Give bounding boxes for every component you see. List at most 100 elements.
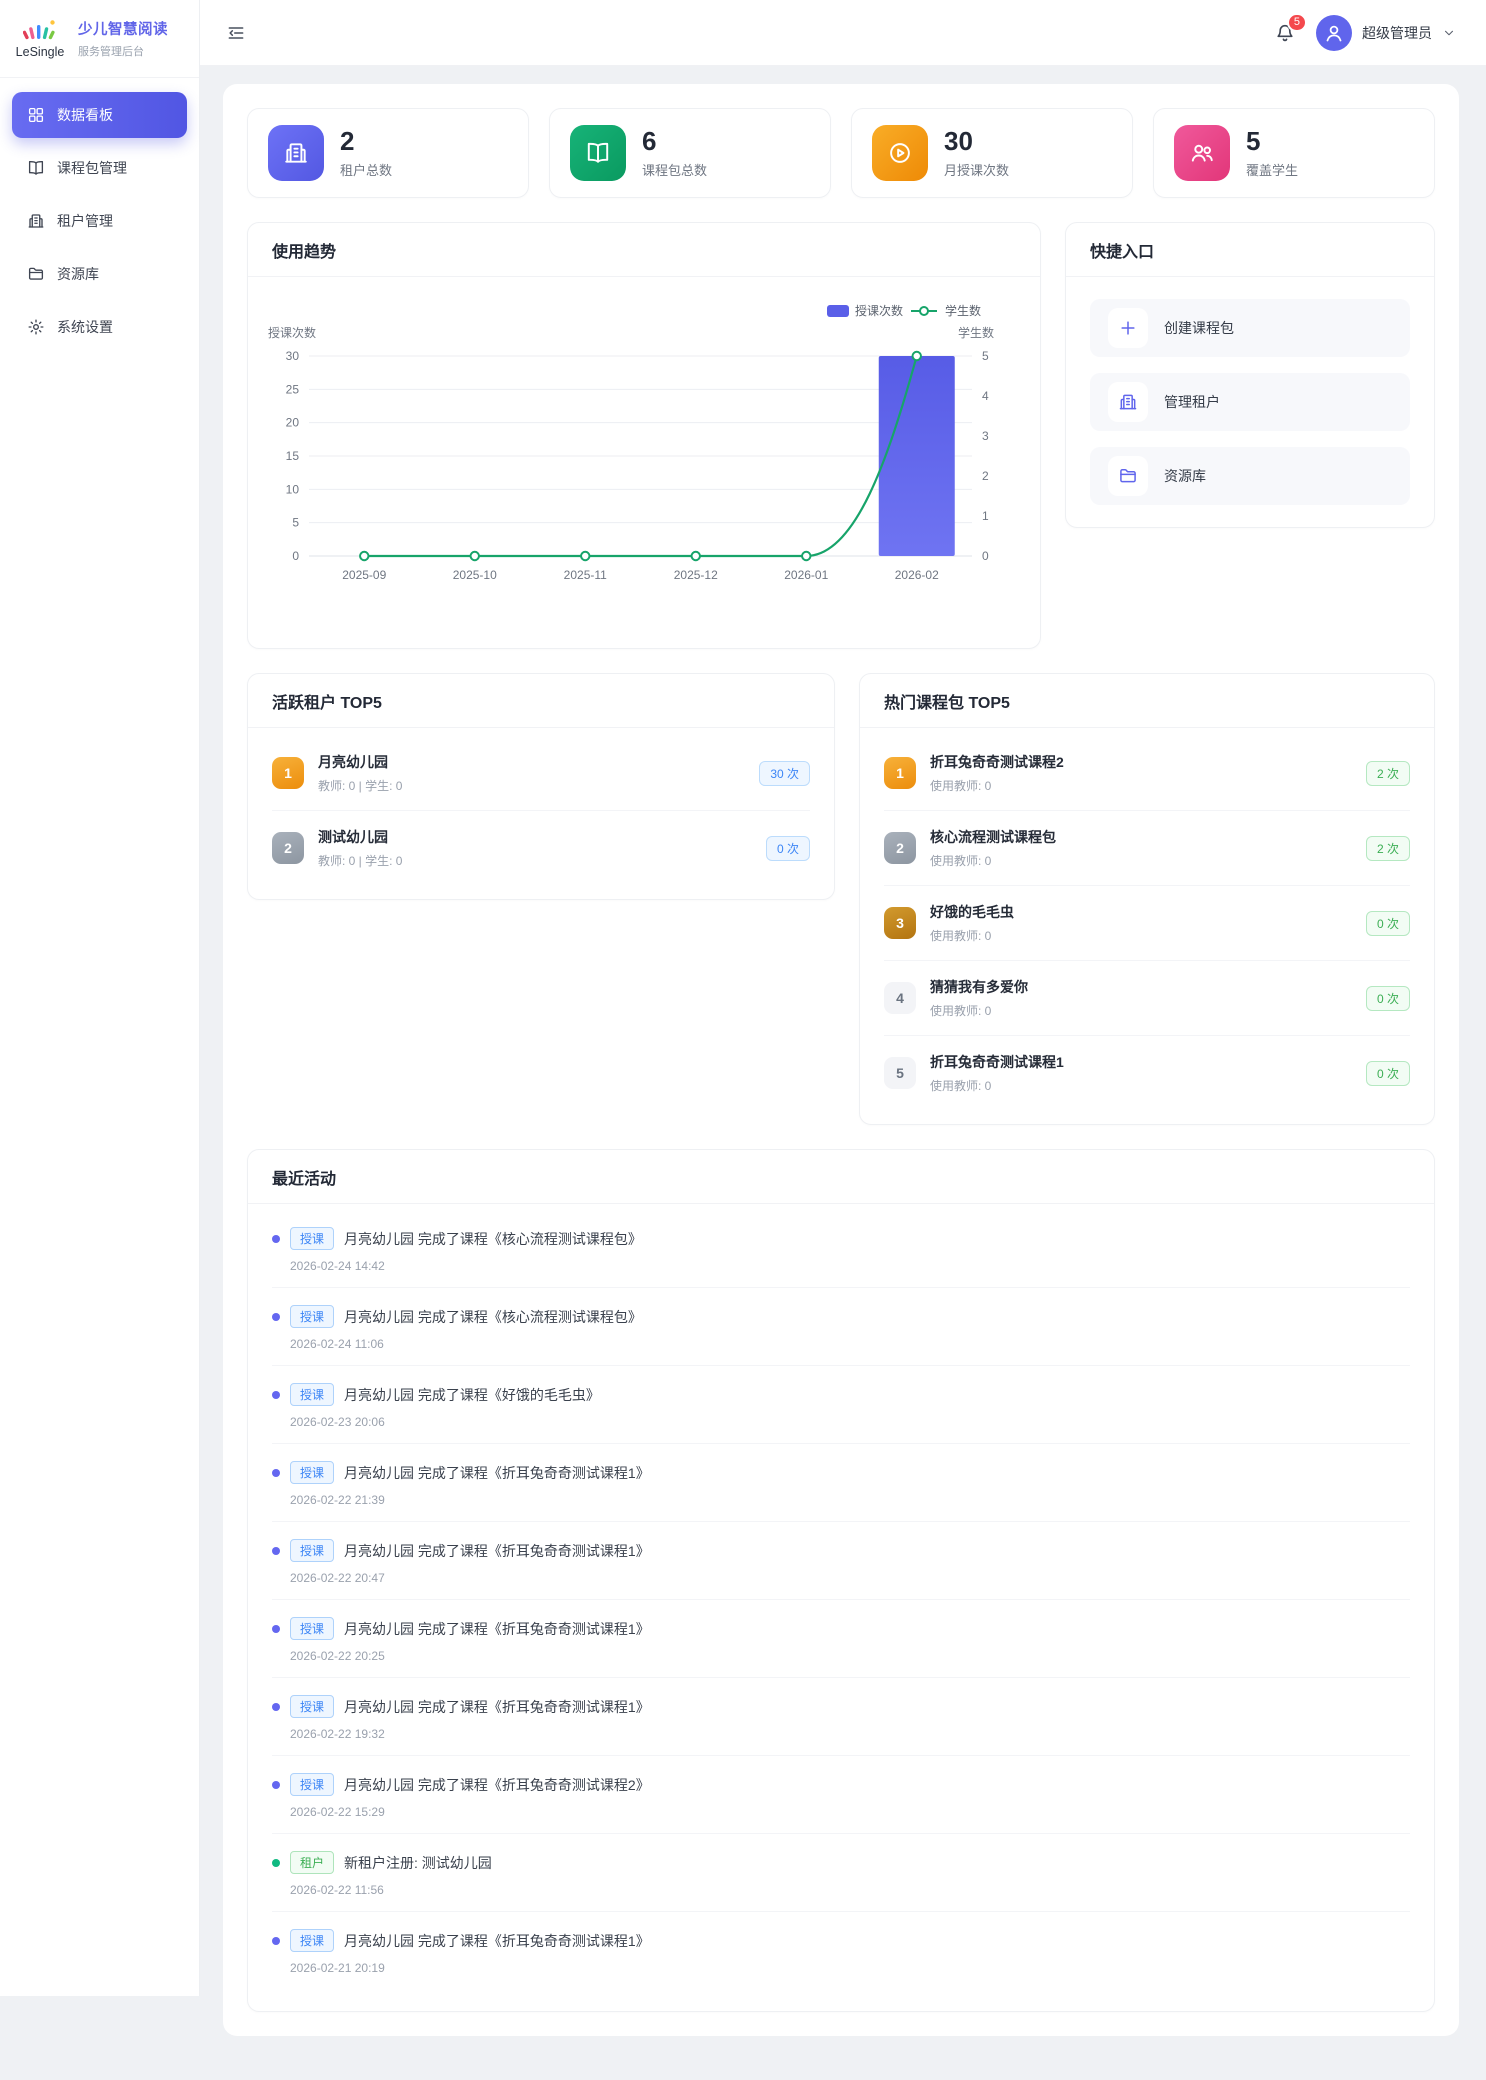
count-badge: 0 次 [1366,986,1410,1011]
rank-badge: 2 [272,832,304,864]
folder-icon [1108,456,1148,496]
activity-tag: 授课 [290,1461,334,1484]
svg-text:2025-09: 2025-09 [342,568,386,582]
activity-tag: 授课 [290,1617,334,1640]
activity-dot [272,1391,280,1399]
sidebar-item-resources[interactable]: 资源库 [12,251,187,297]
active-tenants-card: 活跃租户 TOP5 1月亮幼儿园教师: 0 | 学生: 030 次2测试幼儿园教… [247,673,835,900]
sidebar-item-label: 资源库 [57,264,99,284]
activity-row: 授课月亮幼儿园 完成了课程《折耳兔奇奇测试课程1》 [272,1695,1410,1718]
main-area: 5 超级管理员 2租户总数6课程包总数30月授课次数5覆盖学生 使用趋势 302… [200,0,1486,1996]
svg-text:2: 2 [982,469,989,483]
activity-dot [272,1625,280,1633]
sidebar-item-dashboard[interactable]: 数据看板 [12,92,187,138]
list-item-sub: 教师: 0 | 学生: 0 [318,777,402,794]
quick-entry-manage-tenants[interactable]: 管理租户 [1090,373,1410,431]
collapse-sidebar-icon[interactable] [226,23,246,43]
app-root: LeSingle 少儿智慧阅读 服务管理后台 数据看板课程包管理租户管理资源库系… [0,0,1486,1996]
sidebar-item-tenants[interactable]: 租户管理 [12,198,187,244]
brand-logo-text: LeSingle [16,45,65,59]
svg-text:30: 30 [286,349,300,363]
activity-row: 授课月亮幼儿园 完成了课程《折耳兔奇奇测试课程1》 [272,1461,1410,1484]
activity-time: 2026-02-23 20:06 [290,1415,1410,1429]
brand-title: 少儿智慧阅读 [78,18,168,39]
stat-label: 租户总数 [340,160,392,179]
activity-row: 授课月亮幼儿园 完成了课程《折耳兔奇奇测试课程1》 [272,1929,1410,1952]
activity-time: 2026-02-24 11:06 [290,1337,1410,1351]
activity-item: 授课月亮幼儿园 完成了课程《折耳兔奇奇测试课程1》2026-02-22 19:3… [272,1677,1410,1755]
sidebar: LeSingle 少儿智慧阅读 服务管理后台 数据看板课程包管理租户管理资源库系… [0,0,200,1996]
svg-text:25: 25 [286,382,300,396]
activity-text: 月亮幼儿园 完成了课程《折耳兔奇奇测试课程1》 [344,1619,650,1639]
stat-value: 5 [1246,127,1298,157]
activity-item: 租户新租户注册: 测试幼儿园 2026-02-22 11:56 [272,1833,1410,1911]
notifications-button[interactable]: 5 [1274,22,1296,44]
activity-item: 授课月亮幼儿园 完成了课程《好饿的毛毛虫》 2026-02-23 20:06 [272,1365,1410,1443]
list-item-sub: 使用教师: 0 [930,1002,1028,1019]
list-item-text: 猜猜我有多爱你使用教师: 0 [930,977,1028,1019]
users-icon [1174,125,1230,181]
activity-tag: 授课 [290,1539,334,1562]
stat-text: 6课程包总数 [642,127,707,179]
brand-logo: LeSingle [12,18,68,59]
activity-row: 授课月亮幼儿园 完成了课程《核心流程测试课程包》 [272,1227,1410,1250]
list-item-name: 测试幼儿园 [318,827,402,847]
play-circle-icon [872,125,928,181]
activity-text: 月亮幼儿园 完成了课程《核心流程测试课程包》 [344,1307,642,1327]
building-icon [268,125,324,181]
stat-card-monthly-sessions: 30月授课次数 [851,108,1133,198]
plus-icon [1108,308,1148,348]
activity-tag: 授课 [290,1227,334,1250]
list-item-text: 月亮幼儿园教师: 0 | 学生: 0 [318,752,402,794]
activity-row: 租户新租户注册: 测试幼儿园 [272,1851,1410,1874]
quick-entry-resources[interactable]: 资源库 [1090,447,1410,505]
stat-text: 30月授课次数 [944,127,1009,179]
activity-text: 月亮幼儿园 完成了课程《折耳兔奇奇测试课程1》 [344,1697,650,1717]
activity-text: 月亮幼儿园 完成了课程《折耳兔奇奇测试课程2》 [344,1775,650,1795]
activity-dot [272,1235,280,1243]
sidebar-item-settings[interactable]: 系统设置 [12,304,187,350]
activity-time: 2026-02-22 15:29 [290,1805,1410,1819]
activity-dot [272,1859,280,1867]
list-item-name: 月亮幼儿园 [318,752,402,772]
active-tenants-list: 1月亮幼儿园教师: 0 | 学生: 030 次2测试幼儿园教师: 0 | 学生:… [248,728,834,899]
activity-item: 授课月亮幼儿园 完成了课程《核心流程测试课程包》2026-02-24 14:42 [272,1210,1410,1287]
quick-entry-create-package[interactable]: 创建课程包 [1090,299,1410,357]
activity-tag: 授课 [290,1929,334,1952]
user-name: 超级管理员 [1362,23,1432,43]
count-badge: 0 次 [766,836,810,861]
list-item: 2核心流程测试课程包使用教师: 02 次 [884,810,1410,885]
activity-dot [272,1469,280,1477]
list-item-name: 折耳兔奇奇测试课程2 [930,752,1064,772]
active-tenants-title: 活跃租户 TOP5 [248,674,834,728]
activity-row: 授课月亮幼儿园 完成了课程《好饿的毛毛虫》 [272,1383,1410,1406]
list-item-name: 猜猜我有多爱你 [930,977,1028,997]
brand: LeSingle 少儿智慧阅读 服务管理后台 [0,0,199,78]
svg-text:0: 0 [982,549,989,563]
svg-text:3: 3 [982,429,989,443]
rank-badge: 2 [884,832,916,864]
svg-text:0: 0 [292,549,299,563]
gear-icon [27,318,45,336]
stat-card-tenant-total: 2 租户总数 [247,108,529,198]
folder-icon [27,265,45,283]
brand-logo-icon [23,18,57,44]
rank-badge: 1 [272,757,304,789]
activity-time: 2026-02-22 11:56 [290,1883,1410,1897]
user-menu[interactable]: 超级管理员 [1316,15,1456,51]
chevron-down-icon [1442,26,1456,40]
stats-row: 2租户总数6课程包总数30月授课次数5覆盖学生 [247,108,1435,198]
sidebar-item-label: 租户管理 [57,211,113,231]
sidebar-nav: 数据看板课程包管理租户管理资源库系统设置 [0,78,199,371]
trend-row: 使用趋势 302520151050543210授课次数学生数授课次数学生数202… [247,222,1435,649]
building-icon [1108,382,1148,422]
hot-packages-card: 热门课程包 TOP5 1折耳兔奇奇测试课程2使用教师: 02 次2核心流程测试课… [859,673,1435,1125]
stat-card-package-total: 6课程包总数 [549,108,831,198]
list-item-text: 折耳兔奇奇测试课程1使用教师: 0 [930,1052,1064,1094]
stat-value: 2 [340,127,392,157]
activity-tag: 授课 [290,1695,334,1718]
rank-badge: 1 [884,757,916,789]
sidebar-item-course-packages[interactable]: 课程包管理 [12,145,187,191]
sidebar-item-label: 数据看板 [57,105,113,125]
activity-tag: 授课 [290,1305,334,1328]
